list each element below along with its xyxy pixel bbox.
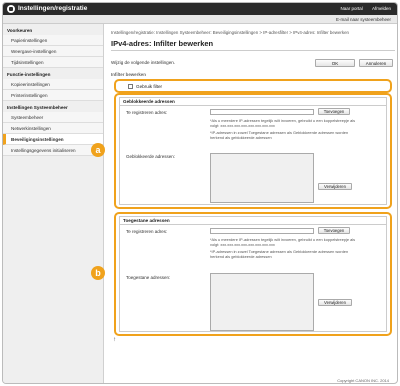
footer-copyright: Copyright CANON INC. 2014	[337, 378, 389, 383]
use-filter-checkbox[interactable]	[128, 84, 133, 89]
instruction-text: Wijzig de volgende instellingen.	[111, 60, 176, 65]
main-content: Instellingen/registratie: Instellingen S…	[111, 30, 395, 77]
blocked-register-label: Te registreren adres:	[126, 110, 168, 115]
blocked-list-label: Geblokkeerde adressen:	[126, 154, 176, 159]
allowed-address-list[interactable]	[210, 273, 314, 331]
blocked-remove-button[interactable]: Verwijderen	[318, 183, 352, 190]
sidebar-item-copy[interactable]: Kopieerinstellingen	[3, 79, 103, 90]
sidebar-item-network[interactable]: Netwerkinstellingen	[3, 123, 103, 134]
allowed-addresses-highlight: Toegestane adressen Te registreren adres…	[114, 212, 392, 336]
breadcrumb: Instellingen/registratie: Instellingen S…	[111, 30, 349, 35]
callout-b-badge: b	[91, 266, 105, 280]
portal-link[interactable]: Naar portal	[340, 6, 362, 11]
use-filter-label: Gebruik filter	[136, 83, 163, 89]
blocked-help-priority: *IP-adressen in zowel Toegestane adresse…	[210, 130, 349, 140]
page-title: IPv4-adres: Infilter bewerken	[111, 39, 395, 51]
allowed-help-range: *Als u meerdere IP-adressen tegelijk wil…	[210, 237, 356, 247]
sidebar-item-paper[interactable]: Papierinstellingen	[3, 35, 103, 46]
allowed-addresses-group: Toegestane adressen Te registreren adres…	[119, 216, 387, 332]
top-bar: Instellingen/registratie Naar portal Afm…	[3, 3, 397, 15]
blocked-addresses-title: Geblokkeerde adressen	[120, 98, 386, 106]
allowed-register-label: Te registreren adres:	[126, 229, 168, 234]
app-icon	[7, 5, 15, 13]
sidebar: Voorkeuren Papierinstellingen Weergave-i…	[3, 24, 104, 383]
sidebar-heading-preferences: Voorkeuren	[7, 28, 33, 33]
blocked-addresses-group: Geblokkeerde adressen Te registreren adr…	[119, 97, 387, 205]
blocked-address-list[interactable]	[210, 153, 314, 203]
sidebar-item-display[interactable]: Weergave-instellingen	[3, 46, 103, 57]
allowed-address-input[interactable]	[210, 228, 314, 234]
cancel-button[interactable]: Annuleren	[359, 59, 393, 67]
app-title: Instellingen/registratie	[18, 5, 88, 12]
callout-a-badge: a	[91, 143, 105, 157]
blocked-help-range: *Als u meerdere IP-adressen tegelijk wil…	[210, 118, 356, 128]
section-caption: Infilter bewerken	[111, 72, 146, 77]
allowed-add-button[interactable]: Toevoegen	[318, 227, 350, 234]
back-to-top-icon[interactable]: ↑	[113, 337, 116, 343]
sub-bar: E-mail naar systeembeheer	[3, 15, 397, 24]
sidebar-heading-system: Instellingen Systeembeheer	[7, 105, 68, 110]
allowed-addresses-title: Toegestane adressen	[120, 217, 386, 225]
use-filter-highlight: Gebruik filter	[114, 79, 392, 93]
ok-button[interactable]: OK	[315, 59, 355, 67]
blocked-add-button[interactable]: Toevoegen	[318, 108, 350, 115]
sidebar-item-timer[interactable]: Tijdsinstellingen	[3, 57, 103, 68]
header-links: Naar portal Afmelden	[332, 6, 391, 11]
blocked-address-input[interactable]	[210, 109, 314, 115]
sidebar-item-system-management[interactable]: Systeembeheer	[3, 112, 103, 123]
allowed-remove-button[interactable]: Verwijderen	[318, 299, 352, 306]
browser-window: Instellingen/registratie Naar portal Afm…	[2, 2, 398, 384]
logout-link[interactable]: Afmelden	[372, 6, 391, 11]
blocked-addresses-highlight: Geblokkeerde adressen Te registreren adr…	[114, 93, 392, 209]
sidebar-item-initialize[interactable]: Instellingsgegevens initialiseren	[3, 145, 103, 156]
sidebar-heading-function: Functie-instellingen	[7, 72, 51, 77]
sidebar-item-security[interactable]: Beveiligingsinstellingen	[3, 134, 103, 145]
sidebar-item-printer[interactable]: Printerinstellingen	[3, 90, 103, 101]
email-admin-link[interactable]: E-mail naar systeembeheer	[336, 17, 391, 22]
allowed-help-priority: *IP-adressen in zowel Toegestane adresse…	[210, 249, 349, 259]
allowed-list-label: Toegestane adressen:	[126, 275, 171, 280]
